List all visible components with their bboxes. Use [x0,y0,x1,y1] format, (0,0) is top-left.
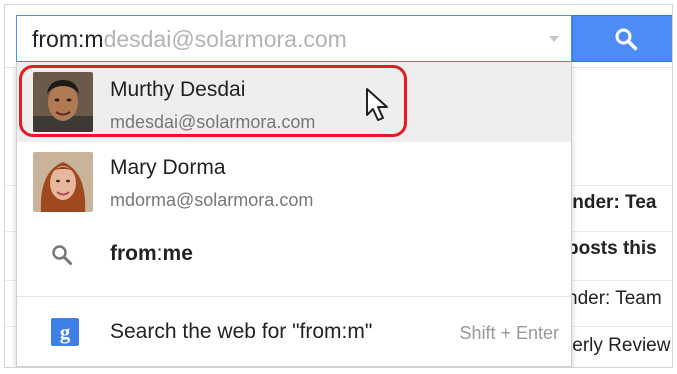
autocomplete-dropdown: Murthy Desdai mdesdai@solarmora.com Mary… [16,62,572,367]
google-g-icon: g [51,318,79,346]
suggestion-email: mdorma@solarmora.com [110,190,314,210]
search-web-label: Search the web for "from:m" [110,320,373,343]
search-button[interactable] [572,15,672,62]
suggestion-contact[interactable]: Murthy Desdai mdesdai@solarmora.com [17,62,571,142]
search-icon [52,245,72,265]
suggestion-name: Mary Dorma [110,156,226,179]
search-typed-text: from:m [32,26,104,52]
query-keyword: from [110,242,157,265]
dropdown-divider [17,296,571,297]
avatar [33,152,93,212]
search-input[interactable]: from:mdesdai@solarmora.com [16,15,572,62]
annotation-highlight-ring [19,65,407,137]
screenshot-frame: inder: Tea posts this nder: Team terly R… [4,4,673,368]
mail-row-subject: posts this [567,238,657,259]
mouse-pointer-icon [366,88,388,121]
mail-row-subject: inder: Tea [567,192,657,213]
search-autocomplete-hint: desdai@solarmora.com [103,26,347,52]
mail-row-subject: nder: Team [567,288,662,309]
query-value: me [162,242,193,265]
search-query: from:mdesdai@solarmora.com [32,26,347,53]
suggestion-query-text: from:me [110,242,193,266]
suggestion-query[interactable]: from:me [17,220,571,292]
search-web-option[interactable]: g Search the web for "from:m" Shift + En… [17,298,571,364]
keyboard-shortcut-hint: Shift + Enter [459,323,559,343]
chevron-down-icon[interactable] [549,36,559,42]
suggestion-contact[interactable]: Mary Dorma mdorma@solarmora.com [17,144,571,220]
mail-row-subject: terly Review [567,335,671,356]
search-icon [615,28,638,51]
